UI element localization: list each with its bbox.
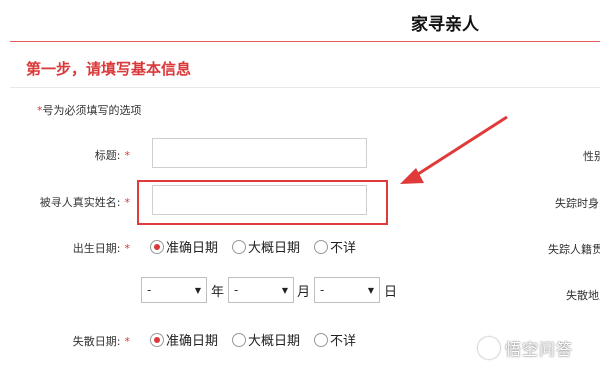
annotation-arrow-icon — [400, 115, 508, 184]
watermark: 悟空问答 — [478, 336, 573, 360]
watermark-text: 悟空问答 — [505, 340, 574, 359]
wukong-logo-icon — [478, 337, 500, 359]
